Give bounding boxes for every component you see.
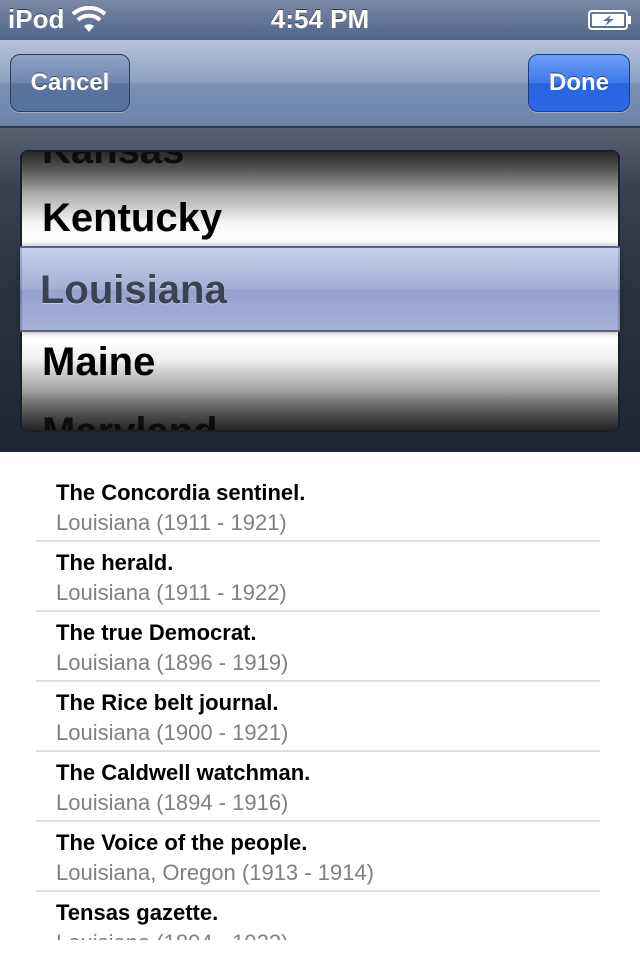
result-title: The herald. <box>56 550 174 575</box>
result-title: The true Democrat. <box>56 620 257 645</box>
result-title: The Concordia sentinel. <box>56 480 306 505</box>
result-subtitle: Louisiana (1900 - 1921) <box>56 720 289 745</box>
list-item[interactable]: The Concordia sentinel. Louisiana (1911 … <box>36 452 600 542</box>
cancel-button[interactable]: Cancel <box>10 54 130 112</box>
result-subtitle: Louisiana (1911 - 1921) <box>56 510 287 535</box>
result-subtitle: Louisiana (1894 - 1916) <box>56 790 289 815</box>
clock: 4:54 PM <box>270 4 370 34</box>
picker-selected-value: Louisiana <box>40 268 227 312</box>
result-title: The Voice of the people. <box>56 830 308 855</box>
result-subtitle: Louisiana (1911 - 1922) <box>56 580 287 605</box>
result-subtitle: Louisiana (1896 - 1919) <box>56 650 289 675</box>
done-button[interactable]: Done <box>528 54 630 112</box>
list-item[interactable]: The Voice of the people. Louisiana, Oreg… <box>36 822 600 892</box>
wheel-shade-top <box>22 152 618 222</box>
results-list[interactable]: The Concordia sentinel. Louisiana (1911 … <box>36 452 600 940</box>
result-title: The Rice belt journal. <box>56 690 279 715</box>
wheel-shade-bottom <box>22 360 618 430</box>
list-item[interactable]: The herald. Louisiana (1911 - 1922) <box>36 542 600 612</box>
picker-toolbar: Cancel Done <box>0 40 640 128</box>
result-subtitle: Louisiana (1894 - 1922) <box>56 930 288 940</box>
list-item[interactable]: The Caldwell watchman. Louisiana (1894 -… <box>36 752 600 822</box>
result-title: The Caldwell watchman. <box>56 760 311 785</box>
result-subtitle: Louisiana, Oregon (1913 - 1914) <box>56 860 374 885</box>
battery-charging-icon <box>588 10 631 30</box>
list-item[interactable]: The true Democrat. Louisiana (1896 - 191… <box>36 612 600 682</box>
picker-selection-indicator[interactable]: Louisiana <box>20 246 620 332</box>
list-item[interactable]: Tensas gazette. Louisiana (1894 - 1922) <box>36 892 600 940</box>
result-title: Tensas gazette. <box>56 900 219 925</box>
status-bar: iPod 4:54 PM <box>0 0 640 40</box>
list-item[interactable]: The Rice belt journal. Louisiana (1900 -… <box>36 682 600 752</box>
